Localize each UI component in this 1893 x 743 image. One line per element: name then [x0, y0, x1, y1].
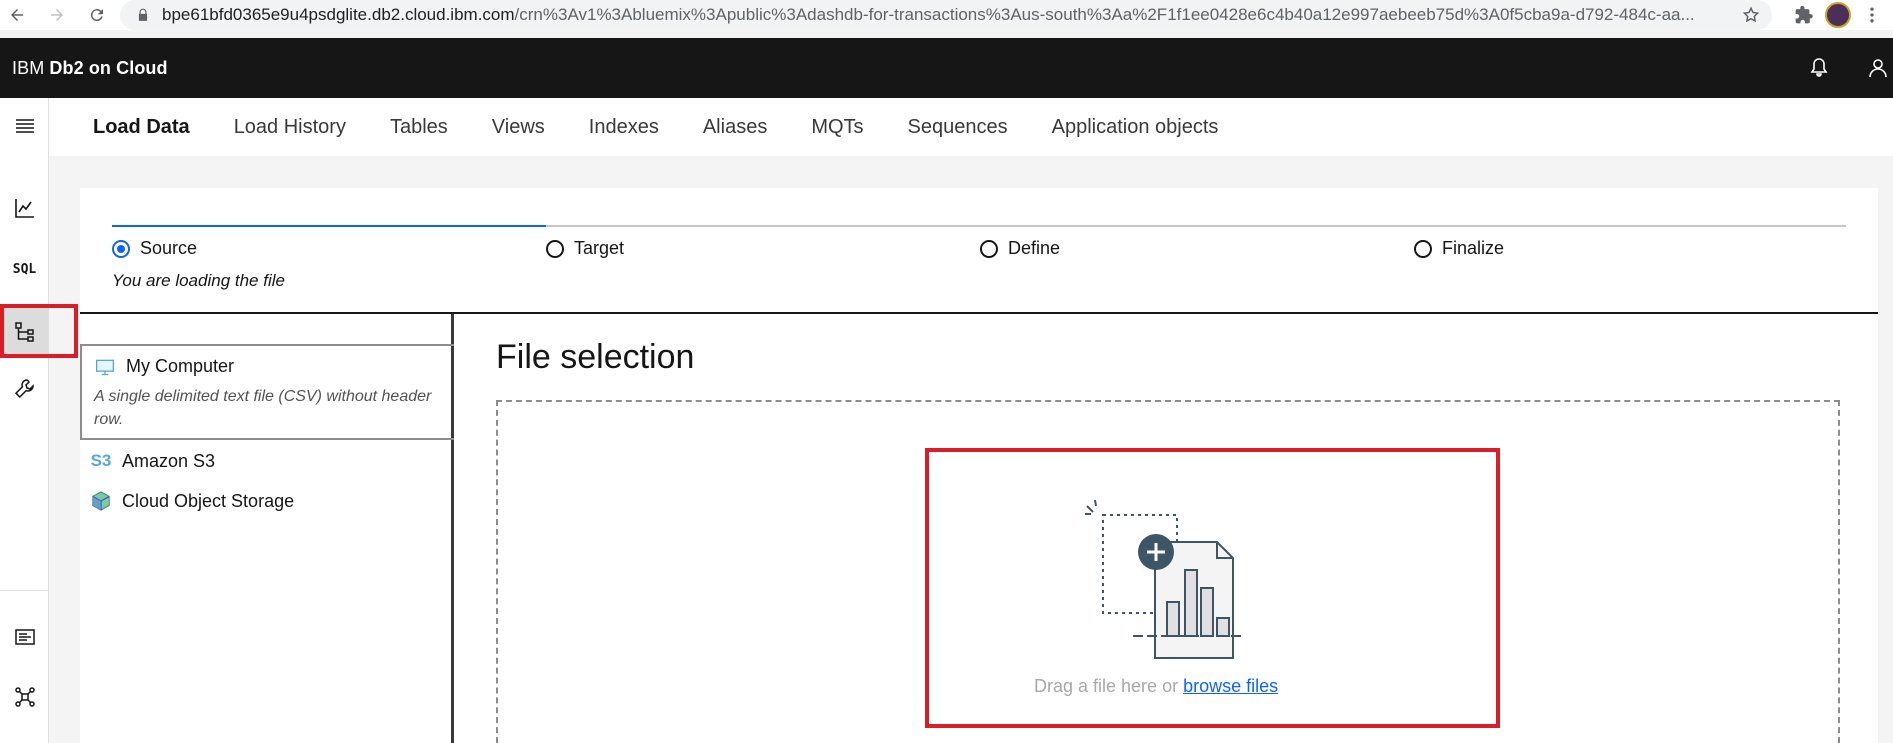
source-description: A single delimited text file (CSV) witho…: [94, 388, 432, 428]
network-icon: [14, 687, 35, 707]
monitor-icon: [94, 357, 116, 377]
bookmark-star-icon[interactable]: [1742, 6, 1760, 24]
step-target[interactable]: Target: [546, 238, 624, 259]
source-label: Amazon S3: [122, 450, 216, 471]
url-path: /crn%3Av1%3Abluemix%3Apublic%3Adashdb-fo…: [514, 5, 1695, 24]
tab-views[interactable]: Views: [470, 116, 567, 139]
step-finalize[interactable]: Finalize: [1414, 238, 1504, 259]
extensions-area: [1783, 0, 1893, 30]
kebab-menu-icon[interactable]: [1862, 5, 1882, 25]
highlight-box-rail: [0, 304, 78, 358]
source-cloud-object-storage[interactable]: Cloud Object Storage: [80, 486, 454, 516]
s3-icon: S3: [90, 451, 112, 470]
rail-divider: [0, 590, 49, 591]
step-define[interactable]: Define: [980, 238, 1060, 259]
reload-icon: [90, 9, 103, 22]
step-source[interactable]: Source: [112, 238, 197, 259]
document-list-icon: [14, 629, 35, 645]
tab-mqts[interactable]: MQTs: [789, 116, 885, 139]
url-text: bpe61bfd0365e9u4psdglite.db2.cloud.ibm.c…: [162, 5, 1722, 25]
brand-prefix: IBM: [12, 57, 45, 78]
tab-load-data[interactable]: Load Data: [49, 116, 212, 139]
wrench-icon: [14, 379, 34, 399]
user-icon: [1869, 59, 1887, 78]
chart-line-icon: [14, 199, 34, 218]
notifications-button[interactable]: [1807, 56, 1831, 80]
source-label: Cloud Object Storage: [122, 490, 295, 511]
tab-application-objects[interactable]: Application objects: [1030, 116, 1241, 139]
reload-button[interactable]: [82, 0, 112, 30]
step-label: Target: [574, 238, 625, 258]
brand-product: Db2 on Cloud: [49, 57, 168, 78]
forward-button[interactable]: [42, 0, 72, 30]
user-button[interactable]: [1866, 56, 1890, 80]
tab-sequences[interactable]: Sequences: [886, 116, 1030, 139]
rail-sql[interactable]: SQL: [0, 245, 49, 293]
tab-load-history[interactable]: Load History: [212, 116, 368, 139]
step-label: Define: [1008, 238, 1061, 258]
browser-toolbar: bpe61bfd0365e9u4psdglite.db2.cloud.ibm.c…: [0, 0, 1893, 30]
rail-administer[interactable]: [0, 364, 49, 412]
app-header: IBM Db2 on Cloud: [0, 38, 1893, 98]
tab-indexes[interactable]: Indexes: [567, 116, 681, 139]
url-host: bpe61bfd0365e9u4psdglite.db2.cloud.ibm.c…: [162, 5, 515, 24]
lock-icon: [138, 8, 148, 21]
address-bar[interactable]: bpe61bfd0365e9u4psdglite.db2.cloud.ibm.c…: [120, 0, 1772, 30]
source-amazon-s3[interactable]: S3 Amazon S3: [80, 446, 454, 476]
puzzle-icon[interactable]: [1794, 5, 1814, 25]
rail-connections[interactable]: [0, 673, 49, 721]
cube-icon: [90, 491, 112, 511]
arrow-right-icon: [51, 9, 63, 21]
brand-name[interactable]: IBM Db2 on Cloud: [12, 58, 168, 79]
source-list: My Computer A single delimited text file…: [80, 314, 454, 743]
rail-logs[interactable]: [0, 613, 49, 661]
step-label: Source: [140, 238, 198, 258]
source-label: My Computer: [126, 356, 235, 376]
step-label: Finalize: [1442, 238, 1505, 258]
source-my-computer[interactable]: My Computer A single delimited text file…: [80, 344, 454, 440]
step-current-icon: [112, 239, 130, 258]
back-button[interactable]: [2, 0, 32, 30]
step-incomplete-icon: [546, 239, 564, 258]
step-incomplete-icon: [980, 239, 998, 258]
tab-aliases[interactable]: Aliases: [681, 116, 789, 139]
rail-monitor[interactable]: [0, 184, 49, 232]
menu-button[interactable]: [0, 102, 49, 150]
hamburger-icon: [15, 119, 34, 133]
tab-tables[interactable]: Tables: [368, 116, 470, 139]
step-subtitle: You are loading the file: [112, 271, 285, 290]
file-selection-title: File selection: [496, 338, 695, 376]
step-line-source: [112, 225, 546, 227]
arrow-left-icon: [11, 9, 23, 21]
highlight-box-dropzone: [925, 448, 1500, 728]
step-line-remaining: [546, 225, 1846, 227]
step-incomplete-icon: [1414, 239, 1432, 258]
tab-bar: Load Data Load History Tables Views Inde…: [49, 98, 1893, 156]
left-rail: SQL: [0, 98, 49, 743]
profile-avatar[interactable]: [1824, 2, 1851, 28]
bell-icon: [1810, 58, 1828, 77]
sql-icon: SQL: [12, 261, 37, 277]
